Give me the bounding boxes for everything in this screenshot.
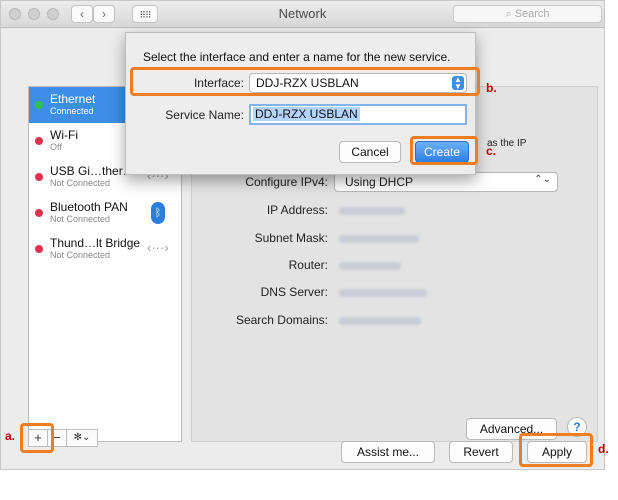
action-gear-button[interactable]: ✻⌄ [66, 429, 98, 447]
configure-ipv4-value: Using DHCP [345, 175, 414, 189]
status-dot [35, 101, 43, 109]
dns-server-label: DNS Server: [260, 285, 328, 299]
service-name-value: DDJ-RZX USBLAN [253, 107, 360, 121]
service-name: Ethernet [50, 92, 96, 106]
configure-ipv4-label: Configure IPv4: [245, 175, 328, 189]
updown-arrows-icon: ⌃⌄ [534, 174, 551, 185]
highlight-interface-select [130, 67, 480, 96]
highlight-add-button [20, 423, 54, 453]
highlight-create-button [410, 136, 478, 165]
sheet-instruction: Select the interface and enter a name fo… [143, 50, 451, 64]
service-name: Bluetooth PAN [50, 200, 128, 214]
search-domains-label: Search Domains: [235, 313, 328, 327]
status-dot [35, 173, 43, 181]
gear-icon: ✻⌄ [73, 432, 91, 443]
router-label: Router: [288, 258, 328, 272]
callout-d: d. [598, 442, 609, 456]
ip-address-label: IP Address: [266, 203, 328, 217]
subnet-mask-value [339, 235, 419, 243]
status-dot [35, 245, 43, 253]
search-field[interactable]: ⌕ Search [453, 5, 602, 23]
service-name-field[interactable]: DDJ-RZX USBLAN [249, 104, 467, 125]
service-name: Wi-Fi [50, 128, 78, 142]
callout-c: c. [486, 144, 497, 158]
search-icon: ⌕ [505, 8, 512, 20]
search-domains-value [339, 317, 421, 325]
revert-button[interactable]: Revert [449, 441, 513, 463]
callout-a: a. [5, 429, 16, 443]
status-dot [35, 137, 43, 145]
callout-b: b. [486, 81, 497, 95]
configure-ipv4-select[interactable]: Using DHCP ⌃⌄ [334, 172, 558, 192]
router-value [339, 262, 401, 270]
service-status: Connected [50, 106, 94, 116]
assist-me-button[interactable]: Assist me... [341, 441, 435, 463]
subnet-mask-label: Subnet Mask: [254, 231, 328, 245]
service-status: Off [50, 142, 62, 152]
ip-address-value [339, 207, 405, 215]
status-dot [35, 209, 43, 217]
cancel-button[interactable]: Cancel [339, 141, 401, 163]
service-status: Not Connected [50, 214, 111, 224]
service-status: Not Connected [50, 178, 111, 188]
search-placeholder: Search [514, 8, 550, 20]
service-status: Not Connected [50, 250, 111, 260]
service-name: Thund…lt Bridge [50, 236, 141, 250]
dns-server-value [339, 289, 427, 297]
title-bar: ‹ › ⠿⠿ Network ⌕ Search [1, 1, 604, 28]
highlight-apply-button [519, 433, 593, 467]
service-name-label: Service Name: [165, 108, 244, 122]
